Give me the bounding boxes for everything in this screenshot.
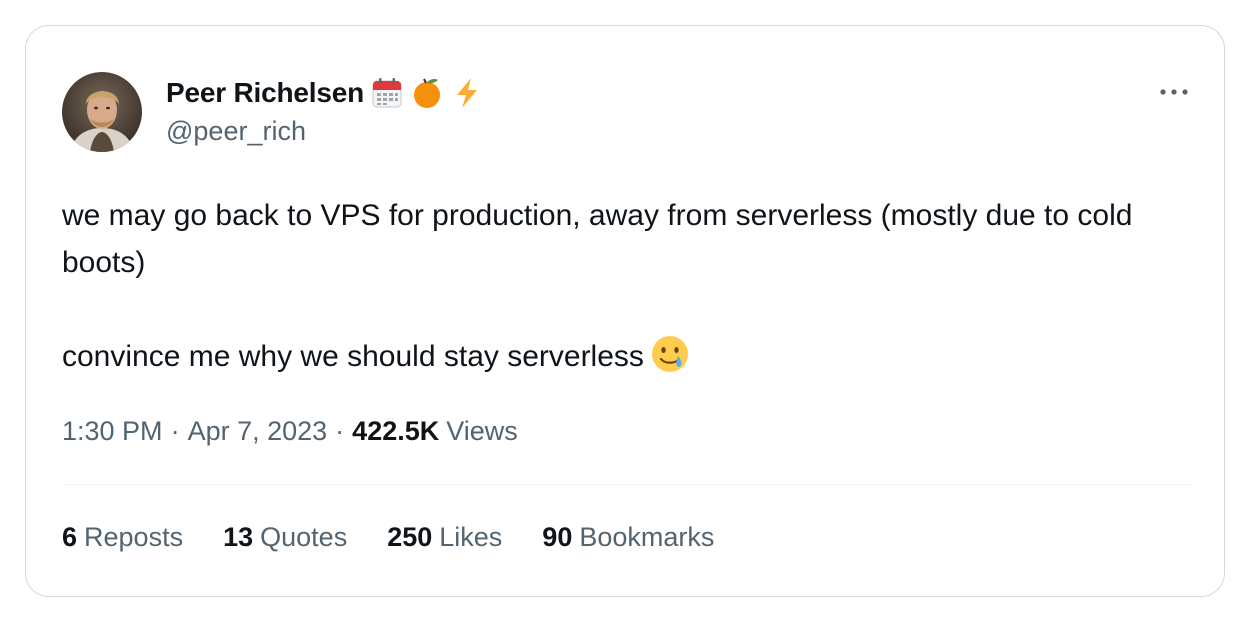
stat-count: 250: [387, 522, 433, 552]
tweet-text: we may go back to VPS for production, aw…: [62, 192, 1202, 380]
tweet-meta: 1:30 PM · Apr 7, 2023 · 422.5K Views: [62, 416, 518, 447]
divider: [62, 484, 1192, 485]
tweet-time[interactable]: 1:30 PM: [62, 416, 163, 447]
stat-count: 6: [62, 522, 78, 552]
avatar-portrait-image: [62, 72, 142, 152]
stat-label: Bookmarks: [579, 522, 715, 552]
orange-icon: [410, 76, 444, 110]
stat-label: Quotes: [260, 522, 348, 552]
stat-label: Reposts: [84, 522, 184, 552]
tweet-stats: 6 Reposts 13 Quotes 250 Likes 90 Bookmarks: [62, 522, 754, 553]
tweet-body: we may go back to VPS for production, aw…: [62, 199, 1133, 373]
avatar[interactable]: [62, 72, 142, 152]
crying-smile-icon: [650, 334, 690, 374]
meta-separator: ·: [170, 416, 180, 446]
tweet-date[interactable]: Apr 7, 2023: [188, 416, 328, 447]
stat-count: 90: [542, 522, 573, 552]
author-handle[interactable]: @peer_rich: [166, 116, 306, 147]
author-display-name[interactable]: Peer Richelsen: [166, 77, 364, 109]
stat-reposts[interactable]: 6 Reposts: [62, 522, 183, 553]
views-label: Views: [446, 416, 518, 446]
views-count: 422.5K: [352, 416, 440, 446]
tweet-card: Peer Richelsen @peer_rich we may go back…: [25, 25, 1225, 597]
lightning-icon: [450, 76, 484, 110]
stat-count: 13: [223, 522, 254, 552]
more-dots-icon: [1160, 89, 1188, 95]
author-name-row: Peer Richelsen: [166, 76, 484, 110]
meta-separator: ·: [335, 416, 345, 446]
stat-likes[interactable]: 250 Likes: [387, 522, 502, 553]
more-options-button[interactable]: [1156, 78, 1192, 106]
calendar-icon: [370, 76, 404, 110]
stat-label: Likes: [439, 522, 503, 552]
stat-bookmarks[interactable]: 90 Bookmarks: [542, 522, 714, 553]
stat-quotes[interactable]: 13 Quotes: [223, 522, 347, 553]
